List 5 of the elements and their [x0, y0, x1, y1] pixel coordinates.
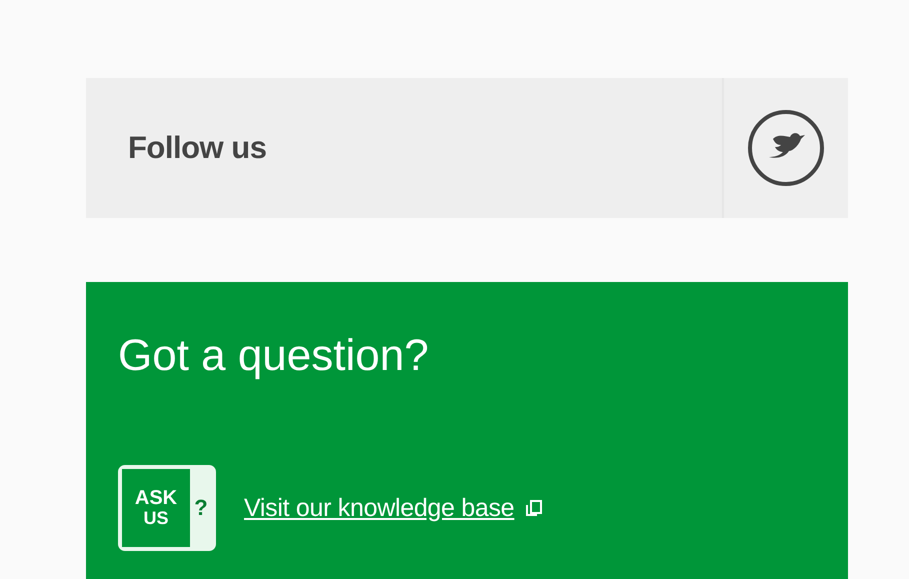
- bird-icon[interactable]: [747, 109, 825, 187]
- follow-label: Follow us: [128, 130, 266, 166]
- question-heading: Got a question?: [118, 330, 430, 382]
- knowledge-base-link[interactable]: Visit our knowledge base: [244, 494, 514, 522]
- external-link-icon: [524, 498, 544, 518]
